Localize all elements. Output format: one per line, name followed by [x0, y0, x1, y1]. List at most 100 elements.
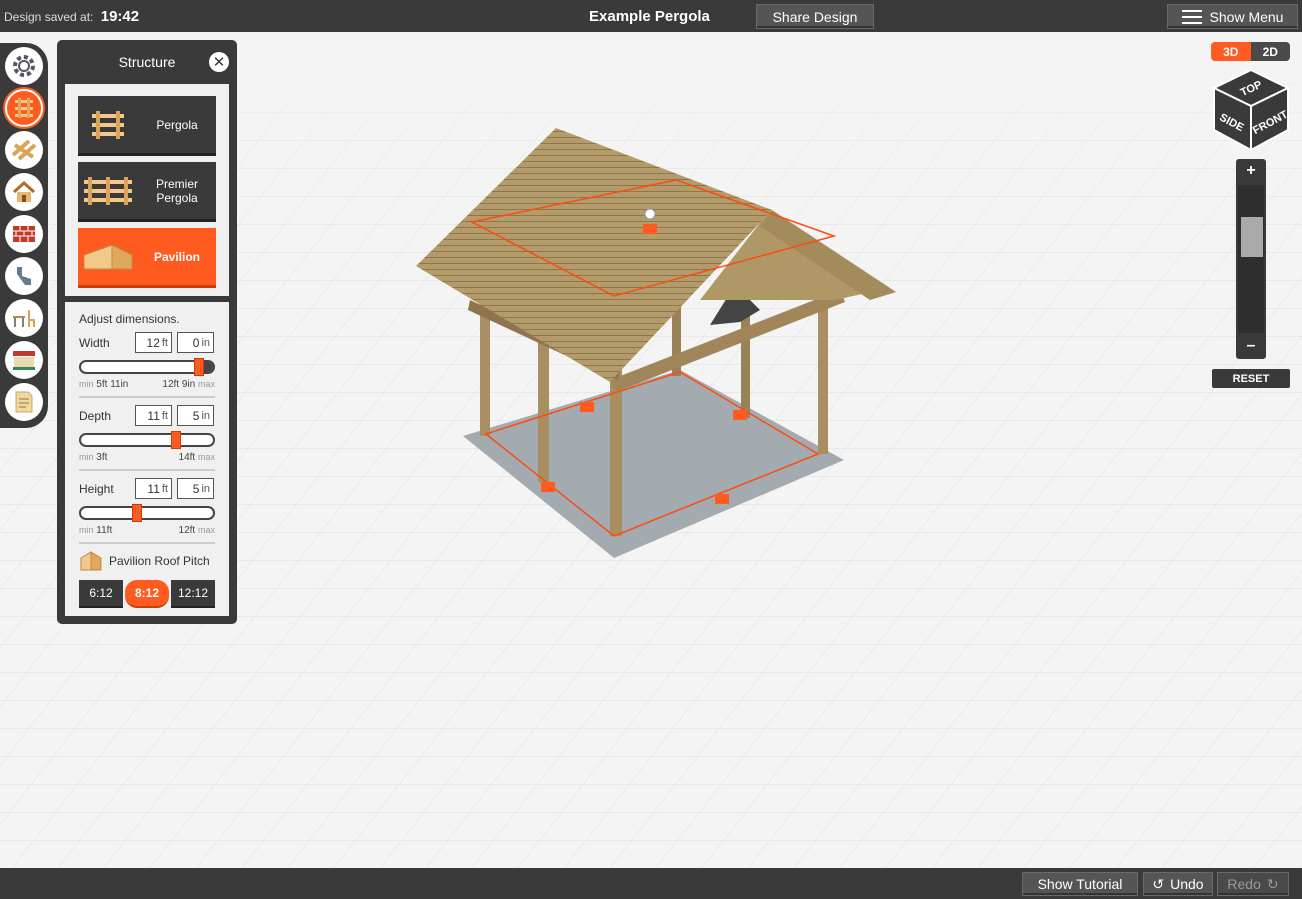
roof-pitch-heading: Pavilion Roof Pitch: [79, 550, 210, 572]
divider: [79, 469, 215, 471]
undo-button[interactable]: ↺ Undo: [1143, 872, 1213, 896]
height-in-field[interactable]: 5 in: [177, 478, 214, 499]
width-min: 5ft 11in: [96, 379, 129, 390]
option-pavilion[interactable]: Pavilion: [78, 228, 216, 288]
pitch-option-6-12[interactable]: 6:12: [79, 580, 123, 608]
view-mode-toggle: 3D 2D: [1211, 42, 1290, 61]
height-ft-value: 11: [147, 481, 160, 496]
ft-unit: ft: [161, 482, 168, 495]
zoom-thumb[interactable]: [1241, 217, 1263, 257]
depth-in-value: 5: [192, 408, 200, 423]
width-ft-value: 12: [146, 335, 160, 350]
height-slider-thumb[interactable]: [132, 504, 142, 522]
height-slider[interactable]: [79, 504, 215, 522]
option-pavilion-label: Pavilion: [153, 249, 200, 264]
document-icon: [15, 391, 33, 413]
saved-time: 19:42: [100, 8, 140, 25]
floor-handle[interactable]: [733, 410, 747, 420]
ft-unit: ft: [161, 336, 168, 349]
option-premier-pergola[interactable]: Premier Pergola: [78, 162, 216, 222]
rail-hardware[interactable]: [5, 257, 43, 295]
share-design-button[interactable]: Share Design: [756, 4, 874, 29]
width-label: Width: [79, 336, 110, 350]
show-menu-label: Show Menu: [1209, 8, 1284, 25]
depth-slider[interactable]: [79, 431, 215, 449]
reset-view-button[interactable]: RESET: [1212, 369, 1290, 388]
pitch-option-12-12[interactable]: 12:12: [171, 580, 215, 608]
option-pergola-label: Pergola: [156, 117, 198, 132]
redo-label: Redo: [1227, 876, 1261, 892]
min-label: min: [79, 452, 94, 462]
height-ft-field[interactable]: 11 ft: [135, 478, 172, 499]
structure-panel: Structure ✕ Pergola Premier Pergola Pavi…: [57, 40, 237, 624]
zoom-in-button[interactable]: +: [1239, 161, 1263, 181]
rail-house[interactable]: [5, 173, 43, 211]
redo-icon: ↻: [1266, 875, 1279, 892]
gear-icon: [13, 55, 35, 77]
depth-slider-thumb[interactable]: [171, 431, 181, 449]
rail-store[interactable]: [5, 341, 43, 379]
close-icon: ✕: [212, 54, 226, 71]
slider-fill: [204, 362, 213, 372]
width-slider-thumb[interactable]: [194, 358, 204, 376]
bracket-icon: [17, 267, 31, 285]
width-max: 12ft 9in: [162, 379, 196, 390]
adjust-dimensions-label: Adjust dimensions.: [79, 312, 180, 326]
rail-structure[interactable]: [5, 89, 43, 127]
pavilion-icon: [78, 228, 138, 285]
view-2d-button[interactable]: 2D: [1250, 42, 1290, 61]
divider: [79, 396, 215, 398]
show-tutorial-button[interactable]: Show Tutorial: [1022, 872, 1138, 896]
max-label: max: [197, 525, 215, 535]
roof-pitch-selector: 6:12 8:12 12:12: [79, 580, 215, 608]
pitch-option-8-12[interactable]: 8:12: [125, 580, 169, 608]
view-3d-button[interactable]: 3D: [1211, 42, 1251, 61]
depth-range: min 3ft 14ft max: [79, 452, 215, 463]
structure-options: Pergola Premier Pergola Pavilion: [65, 84, 229, 296]
width-slider[interactable]: [79, 358, 215, 376]
depth-max: 14ft: [178, 452, 196, 463]
width-in-value: 0: [192, 335, 200, 350]
top-bar: Design saved at: 19:42 Example Pergola S…: [0, 0, 1302, 32]
show-menu-button[interactable]: Show Menu: [1167, 4, 1298, 29]
redo-button[interactable]: Redo ↻: [1217, 872, 1289, 896]
design-title[interactable]: Example Pergola: [589, 8, 710, 25]
width-ft-field[interactable]: 12 ft: [135, 332, 172, 353]
rail-furniture[interactable]: [5, 299, 43, 337]
depth-min: 3ft: [96, 452, 108, 463]
floor-handle[interactable]: [715, 494, 729, 504]
depth-ft-value: 11: [147, 408, 160, 423]
floor-handle[interactable]: [541, 482, 555, 492]
depth-label: Depth: [79, 409, 112, 423]
view-cube[interactable]: TOP SIDE FRONT: [1210, 68, 1292, 152]
roof-pitch-label: Pavilion Roof Pitch: [109, 554, 210, 568]
depth-in-field[interactable]: 5 in: [177, 405, 214, 426]
rail-walls[interactable]: [5, 215, 43, 253]
roof-handle[interactable]: [643, 224, 657, 234]
hamburger-icon: [1181, 9, 1202, 24]
floor-handle[interactable]: [580, 402, 594, 412]
zoom-track[interactable]: [1238, 185, 1264, 333]
option-premier-pergola-label: Premier Pergola: [155, 176, 198, 205]
rail-settings[interactable]: [5, 47, 43, 85]
bottom-bar: Show Tutorial ↺ Undo Redo ↻: [0, 868, 1302, 899]
close-panel-button[interactable]: ✕: [209, 52, 229, 72]
divider: [79, 542, 215, 544]
option-pergola[interactable]: Pergola: [78, 96, 216, 156]
post: [818, 300, 828, 454]
height-in-value: 5: [192, 481, 200, 496]
post: [480, 300, 490, 436]
zoom-out-button[interactable]: –: [1239, 336, 1263, 356]
in-unit: in: [201, 336, 210, 349]
tool-rail: [0, 43, 48, 428]
rail-lumber[interactable]: [5, 131, 43, 169]
undo-label: Undo: [1170, 876, 1204, 892]
width-in-field[interactable]: 0 in: [177, 332, 214, 353]
undo-icon: ↺: [1152, 875, 1165, 892]
furniture-icon: [13, 310, 35, 327]
depth-ft-field[interactable]: 11 ft: [135, 405, 172, 426]
height-range: min 11ft 12ft max: [79, 525, 215, 536]
rail-documents[interactable]: [5, 383, 43, 421]
in-unit: in: [201, 409, 210, 422]
roof-pitch-icon: [80, 551, 102, 571]
